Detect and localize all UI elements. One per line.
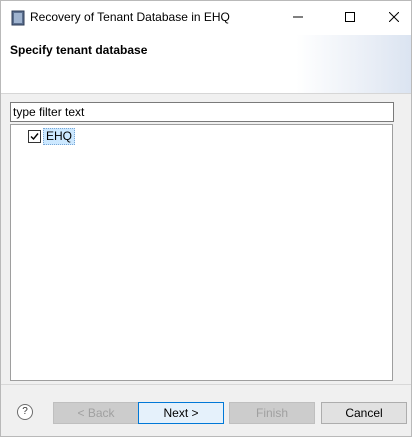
tenant-checkbox[interactable] (28, 129, 41, 143)
close-icon (388, 11, 400, 25)
dialog-window: Recovery of Tenant Database in EHQ Speci… (0, 0, 412, 437)
close-button[interactable] (371, 1, 411, 35)
minimize-icon (293, 11, 303, 25)
title-bar[interactable]: Recovery of Tenant Database in EHQ (1, 1, 411, 35)
page-title: Specify tenant database (10, 43, 148, 57)
cancel-button[interactable]: Cancel (321, 402, 407, 424)
app-icon (11, 10, 25, 26)
tree-item-label[interactable]: EHQ (43, 127, 76, 145)
minimize-button[interactable] (275, 1, 321, 35)
tenant-tree[interactable]: EHQ (10, 124, 393, 381)
finish-button[interactable]: Finish (229, 402, 315, 424)
checkmark-icon (30, 132, 39, 140)
next-button[interactable]: Next > (138, 402, 224, 424)
filter-input[interactable] (10, 102, 394, 122)
help-icon[interactable]: ? (17, 404, 33, 420)
maximize-icon (345, 11, 355, 25)
maximize-button[interactable] (327, 1, 373, 35)
button-bar: ? < Back Next > Finish Cancel (1, 384, 411, 436)
wizard-content: EHQ (1, 94, 411, 384)
window-title: Recovery of Tenant Database in EHQ (30, 10, 230, 24)
back-button[interactable]: < Back (53, 402, 139, 424)
tree-item-ehq[interactable]: EHQ (28, 127, 76, 145)
wizard-banner: Specify tenant database (1, 35, 411, 94)
